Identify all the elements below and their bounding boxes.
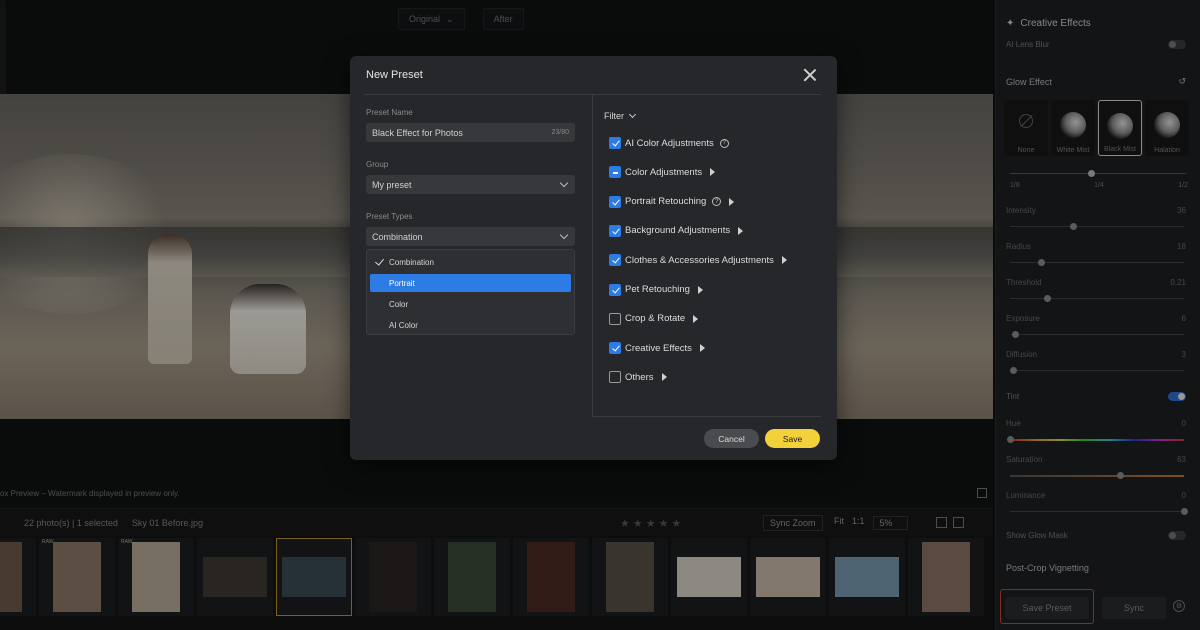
- filter-item[interactable]: AI Color Adjustments?: [609, 137, 729, 149]
- close-icon[interactable]: [803, 68, 817, 82]
- expand-arrow-icon[interactable]: [710, 168, 716, 177]
- filter-label: Portrait Retouching: [625, 196, 707, 208]
- app-window: Original ⌄ After ox Preview – Watermark …: [0, 0, 1200, 630]
- preset-name-label: Preset Name: [366, 108, 413, 117]
- help-icon[interactable]: ?: [719, 138, 729, 148]
- option-label: AI Color: [389, 320, 418, 330]
- filter-checkbox[interactable]: [609, 371, 621, 384]
- group-label: Group: [366, 160, 389, 169]
- preset-type-option[interactable]: Color: [370, 295, 571, 313]
- cancel-button[interactable]: Cancel: [704, 429, 759, 448]
- new-preset-dialog: New Preset Preset Name Black Effect for …: [350, 56, 837, 460]
- preset-type-option[interactable]: Portrait: [370, 274, 571, 292]
- dialog-title: New Preset: [366, 69, 423, 81]
- filter-checkbox[interactable]: [609, 342, 621, 355]
- filter-item[interactable]: Creative Effects: [609, 342, 705, 355]
- option-label: Color: [389, 299, 409, 309]
- filter-checkbox[interactable]: [609, 166, 621, 179]
- expand-arrow-icon[interactable]: [729, 197, 735, 206]
- expand-arrow-icon[interactable]: [661, 373, 667, 382]
- help-icon[interactable]: ?: [712, 197, 722, 207]
- option-label: Combination: [389, 257, 434, 267]
- filter-checkbox[interactable]: [609, 137, 621, 149]
- expand-arrow-icon[interactable]: [693, 314, 699, 323]
- filter-checkbox[interactable]: [609, 254, 621, 267]
- expand-arrow-icon[interactable]: [697, 285, 703, 294]
- option-label: Portrait: [389, 278, 415, 288]
- filter-label: Crop & Rotate: [625, 313, 686, 325]
- preset-types-dropdown: Combination Portrait Color AI Color: [366, 249, 575, 335]
- preset-types-select[interactable]: Combination: [366, 227, 575, 246]
- preset-name-input[interactable]: Black Effect for Photos 23/80: [366, 123, 575, 142]
- char-counter: 23/80: [551, 129, 569, 136]
- group-select[interactable]: My preset: [366, 175, 575, 194]
- preset-types-value: Combination: [372, 231, 423, 242]
- filter-item[interactable]: Color Adjustments: [609, 166, 716, 179]
- filter-item[interactable]: Others: [609, 371, 667, 384]
- filter-label: Color Adjustments: [625, 166, 703, 178]
- filter-label: Clothes & Accessories Adjustments: [625, 254, 774, 266]
- filter-item[interactable]: Portrait Retouching?: [609, 195, 735, 208]
- divider: [592, 416, 821, 417]
- expand-arrow-icon[interactable]: [738, 226, 744, 235]
- check-icon: [375, 256, 384, 266]
- filter-label: Background Adjustments: [625, 225, 731, 237]
- filter-item[interactable]: Pet Retouching: [609, 283, 703, 296]
- divider: [592, 94, 593, 416]
- expand-arrow-icon[interactable]: [699, 344, 705, 353]
- save-button[interactable]: Save: [765, 429, 820, 448]
- group-value: My preset: [372, 179, 412, 190]
- filter-dropdown[interactable]: Filter: [604, 110, 637, 121]
- preset-name-value: Black Effect for Photos: [372, 127, 463, 138]
- filter-item[interactable]: Clothes & Accessories Adjustments: [609, 254, 787, 267]
- filter-checkbox[interactable]: [609, 195, 621, 208]
- preset-type-option[interactable]: AI Color: [370, 316, 571, 334]
- filter-checkbox[interactable]: [609, 224, 621, 237]
- filter-label: Others: [625, 371, 654, 383]
- filter-checkbox[interactable]: [609, 283, 621, 296]
- preset-type-option[interactable]: Combination: [370, 253, 571, 271]
- filter-item[interactable]: Crop & Rotate: [609, 312, 699, 325]
- filter-label: Creative Effects: [625, 342, 692, 354]
- filter-checkbox[interactable]: [609, 312, 621, 325]
- filter-item[interactable]: Background Adjustments: [609, 224, 744, 237]
- preset-types-label: Preset Types: [366, 212, 413, 221]
- filter-label: AI Color Adjustments: [625, 137, 714, 149]
- chevron-down-icon: [559, 230, 569, 240]
- filter-label: Pet Retouching: [625, 284, 690, 295]
- chevron-down-icon: [559, 178, 569, 188]
- filter-label: Filter: [604, 111, 624, 121]
- expand-arrow-icon[interactable]: [781, 256, 787, 265]
- chevron-down-icon: [628, 110, 637, 119]
